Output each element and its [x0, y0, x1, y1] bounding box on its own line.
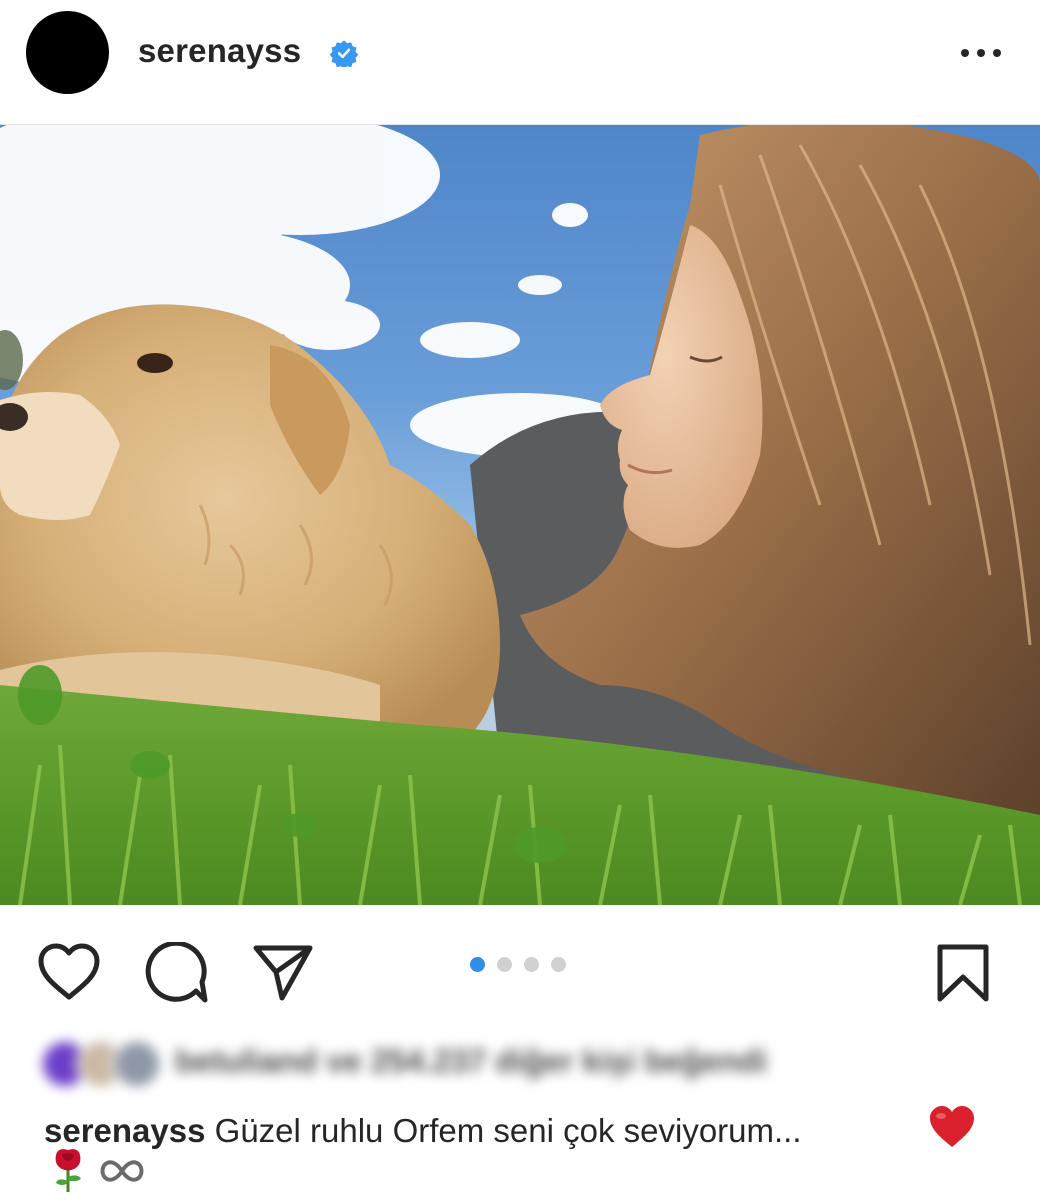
liker-avatar: [112, 1039, 162, 1089]
rose-icon: [55, 1149, 81, 1192]
avatar[interactable]: [26, 11, 109, 94]
like-icon[interactable]: [36, 942, 102, 1002]
carousel-dot: [497, 957, 512, 972]
likes-text: betuliand ve 254.237 diğer kişi beğendi: [175, 1043, 768, 1079]
post-photo[interactable]: [0, 125, 1040, 905]
red-heart-icon: [930, 1106, 974, 1147]
post-username[interactable]: serenayss: [138, 32, 301, 70]
carousel-dot-active: [470, 957, 485, 972]
comment-icon[interactable]: [144, 942, 208, 1004]
carousel-dot: [551, 957, 566, 972]
save-icon[interactable]: [935, 942, 991, 1004]
caption-text: Güzel ruhlu Orfem seni çok seviyorum...: [214, 1112, 802, 1149]
caption-username[interactable]: serenayss: [44, 1112, 205, 1149]
verified-badge-icon: [330, 40, 358, 67]
photo-illustration: [0, 125, 1040, 905]
caption: serenayss Güzel ruhlu Orfem seni çok sev…: [44, 1108, 1004, 1154]
action-bar: [0, 905, 1040, 1025]
share-icon[interactable]: [252, 942, 314, 1002]
ellipsis-icon[interactable]: [956, 40, 1006, 66]
likes-summary[interactable]: betuliand ve 254.237 diğer kişi beğendi: [40, 1035, 900, 1091]
post-header: serenayss: [0, 0, 1040, 124]
carousel-dot: [524, 957, 539, 972]
liker-avatars: [40, 1039, 170, 1089]
infinity-icon: [100, 1160, 144, 1182]
